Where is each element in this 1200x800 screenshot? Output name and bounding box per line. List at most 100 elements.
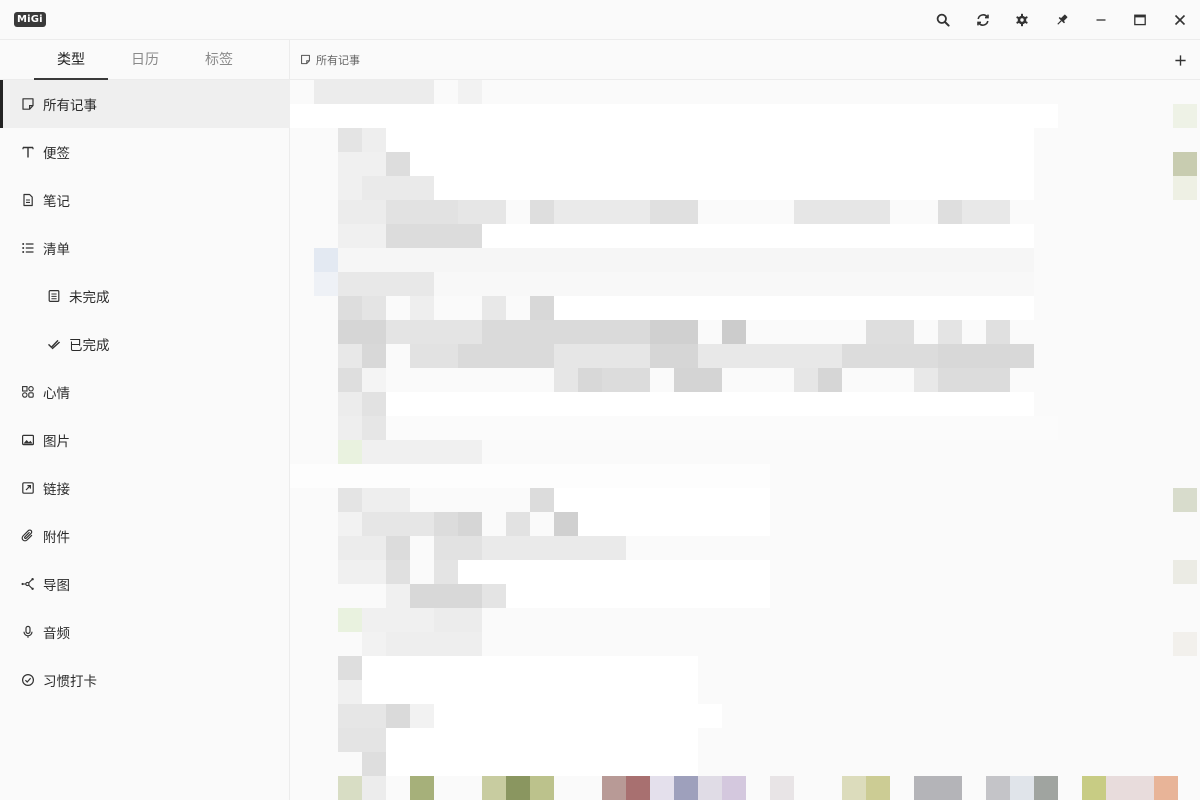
obscured-block xyxy=(362,776,386,800)
tab-tags[interactable]: 标签 xyxy=(182,40,256,80)
obscured-block xyxy=(338,512,362,536)
minimize-button[interactable] xyxy=(1089,8,1113,32)
obscured-block xyxy=(362,344,386,368)
sidebar-item-label: 所有记事 xyxy=(43,98,97,114)
sidebar-item-checklist[interactable]: 清单 xyxy=(0,224,290,272)
sidebar-item-label: 未完成 xyxy=(69,290,110,306)
maximize-button[interactable] xyxy=(1128,8,1152,32)
obscured-block xyxy=(362,512,434,536)
tab-type[interactable]: 类型 xyxy=(34,40,108,80)
obscured-block xyxy=(482,536,626,560)
obscured-block xyxy=(338,728,386,752)
obscured-block xyxy=(314,80,434,104)
sidebar-item-attachments[interactable]: 附件 xyxy=(0,512,290,560)
habit-check-icon xyxy=(20,672,36,688)
document-icon xyxy=(20,192,36,208)
obscured-block xyxy=(362,392,386,416)
settings-button[interactable] xyxy=(1010,8,1034,32)
obscured-block xyxy=(386,536,410,560)
obscured-block xyxy=(362,608,434,632)
obscured-block xyxy=(362,752,386,776)
obscured-block xyxy=(386,584,410,608)
obscured-block xyxy=(578,368,602,392)
obscured-block xyxy=(338,680,362,704)
obscured-block xyxy=(698,344,842,368)
pin-icon xyxy=(1057,14,1068,25)
search-button[interactable] xyxy=(931,8,955,32)
sidebar-item-all-notes[interactable]: 所有记事 xyxy=(0,80,290,128)
obscured-block xyxy=(338,224,386,248)
obscured-block xyxy=(386,416,1058,440)
obscured-block xyxy=(866,320,914,344)
sidebar-item-incomplete[interactable]: 未完成 xyxy=(0,272,290,320)
obscured-block xyxy=(386,392,1034,416)
obscured-block xyxy=(626,776,650,800)
obscured-block xyxy=(362,440,482,464)
obscured-block xyxy=(362,368,386,392)
sidebar-item-mood[interactable]: 心情 xyxy=(0,368,290,416)
sidebar-item-completed[interactable]: 已完成 xyxy=(0,320,290,368)
title-bar: MiGi xyxy=(0,0,1200,40)
obscured-block xyxy=(650,776,674,800)
obscured-block xyxy=(410,704,434,728)
sidebar-item-label: 便签 xyxy=(43,146,70,162)
obscured-block xyxy=(338,416,362,440)
sidebar-item-label: 导图 xyxy=(43,578,70,594)
sidebar-item-links[interactable]: 链接 xyxy=(0,464,290,512)
obscured-block xyxy=(338,176,362,200)
add-note-button[interactable] xyxy=(1170,50,1190,70)
obscured-block xyxy=(386,560,410,584)
obscured-block xyxy=(1173,560,1197,584)
main-panel: 所有记事 xyxy=(290,40,1200,800)
obscured-block xyxy=(818,368,842,392)
obscured-block xyxy=(338,320,386,344)
obscured-block xyxy=(362,488,410,512)
obscured-block xyxy=(386,632,482,656)
obscured-block xyxy=(554,488,770,512)
app-logo: MiGi xyxy=(14,12,46,27)
note-icon xyxy=(20,96,36,112)
sidebar-item-images[interactable]: 图片 xyxy=(0,416,290,464)
obscured-block xyxy=(506,584,770,608)
obscured-block xyxy=(794,200,890,224)
obscured-block xyxy=(986,320,1010,344)
sidebar-item-label: 已完成 xyxy=(69,338,110,354)
obscured-block xyxy=(458,344,554,368)
obscured-block xyxy=(362,416,386,440)
pin-button[interactable] xyxy=(1050,8,1074,32)
obscured-block xyxy=(554,512,578,536)
sidebar-item-notes[interactable]: 笔记 xyxy=(0,176,290,224)
obscured-block xyxy=(842,344,938,368)
obscured-block xyxy=(770,776,794,800)
obscured-block xyxy=(674,776,698,800)
sidebar-item-habits[interactable]: 习惯打卡 xyxy=(0,656,290,704)
minimize-icon xyxy=(1096,19,1106,21)
sidebar-item-audio[interactable]: 音频 xyxy=(0,608,290,656)
obscured-block xyxy=(338,776,362,800)
obscured-block xyxy=(530,776,554,800)
obscured-block xyxy=(938,368,1010,392)
obscured-block xyxy=(530,488,554,512)
obscured-block xyxy=(1173,152,1197,176)
obscured-block xyxy=(338,440,362,464)
search-icon xyxy=(936,13,950,27)
obscured-block xyxy=(434,512,458,536)
sidebar-item-label: 图片 xyxy=(43,434,70,450)
obscured-block xyxy=(1154,776,1178,800)
obscured-block xyxy=(338,608,362,632)
obscured-block xyxy=(386,752,698,776)
obscured-block xyxy=(410,152,1034,176)
obscured-block xyxy=(314,248,338,272)
obscured-block xyxy=(554,200,650,224)
obscured-block xyxy=(434,704,722,728)
mindmap-icon xyxy=(20,576,36,592)
sync-button[interactable] xyxy=(971,8,995,32)
sidebar-item-mindmap[interactable]: 导图 xyxy=(0,560,290,608)
obscured-block xyxy=(338,272,434,296)
note-icon xyxy=(300,54,312,66)
obscured-block xyxy=(1173,488,1197,512)
close-button[interactable] xyxy=(1168,8,1192,32)
tab-calendar[interactable]: 日历 xyxy=(108,40,182,80)
obscured-block xyxy=(458,560,770,584)
sidebar-item-memo[interactable]: 便签 xyxy=(0,128,290,176)
